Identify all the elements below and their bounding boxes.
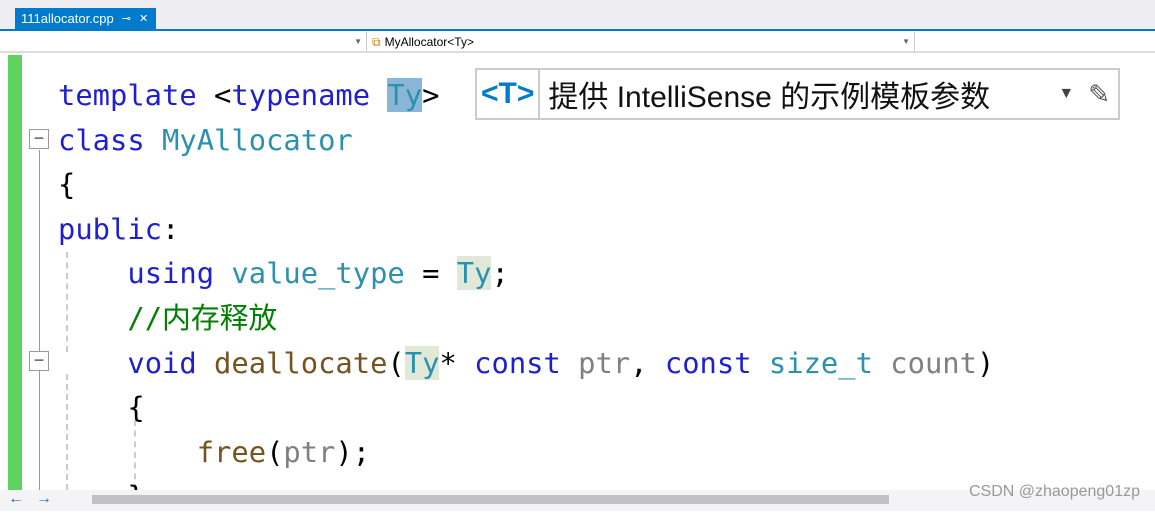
class-icon: ⧉	[372, 35, 381, 49]
tab-bar: 111allocator.cpp ⊸ ✕	[0, 0, 1155, 31]
watermark: CSDN @zhaopeng01zp	[968, 483, 1140, 500]
code-token: //内存释放	[127, 300, 278, 335]
code-token: {	[58, 167, 76, 202]
code-token: );	[335, 434, 371, 469]
code-token: value_type	[231, 256, 405, 291]
code-token: MyAllocator	[162, 122, 353, 157]
code-token: ptr	[578, 345, 631, 380]
code-token: ;	[491, 256, 509, 291]
horizontal-scrollbar[interactable]	[92, 495, 889, 504]
chevron-down-icon: ▼	[902, 37, 910, 46]
close-icon[interactable]: ✕	[139, 8, 148, 30]
edit-pencil-icon[interactable]: ✎	[1088, 79, 1110, 110]
code-line: free(ptr);	[58, 430, 994, 475]
code-line: using value_type = Ty;	[58, 251, 994, 296]
code-token: (	[387, 345, 405, 380]
code-line: //内存释放	[58, 296, 994, 341]
code-line: void deallocate(Ty* const ptr, const siz…	[58, 341, 994, 386]
code-token: class	[58, 122, 163, 157]
code-token: <	[214, 78, 232, 112]
project-dropdown[interactable]: ▼	[0, 32, 367, 52]
pin-icon[interactable]: ⊸	[122, 8, 131, 30]
code-token: void	[127, 345, 215, 380]
code-token: >	[422, 78, 440, 112]
code-token: const	[664, 345, 769, 380]
code-token: template	[58, 78, 215, 112]
forward-arrow-icon[interactable]: →	[36, 490, 52, 508]
code-editor[interactable]: template <typename Ty> class MyAllocator{…	[58, 73, 994, 519]
navigation-bar: ▼ ⧉ MyAllocator<Ty> ▼	[0, 32, 1155, 53]
code-token: ,	[630, 345, 665, 380]
code-token: Ty	[387, 78, 423, 112]
code-token: deallocate	[214, 345, 388, 380]
code-token: (	[266, 434, 284, 469]
code-token: public	[58, 211, 163, 246]
code-line: {	[58, 162, 994, 207]
code-token: count	[890, 345, 977, 380]
tab-111allocator[interactable]: 111allocator.cpp ⊸ ✕	[15, 8, 157, 30]
code-line: class MyAllocator	[58, 118, 994, 163]
code-token: Ty	[456, 256, 492, 291]
template-icon: <T>	[477, 70, 541, 118]
code-token: :	[162, 211, 180, 246]
code-token: =	[404, 256, 457, 291]
member-dropdown[interactable]	[916, 32, 1155, 52]
tab-label: 111allocator.cpp	[21, 11, 114, 26]
code-token: size_t	[768, 345, 891, 380]
code-token: const	[474, 345, 579, 380]
fold-line	[39, 150, 40, 490]
code-token: *	[439, 345, 475, 380]
template-argument-bar: <T> 提供 IntelliSense 的示例模板参数 ▼ ✎	[475, 68, 1120, 120]
collapse-class-icon[interactable]: −	[29, 129, 49, 149]
chevron-down-icon: ▼	[354, 37, 362, 46]
scope-dropdown[interactable]: ⧉ MyAllocator<Ty> ▼	[368, 32, 915, 52]
code-token: Ty	[404, 345, 440, 380]
code-token: typename	[231, 78, 388, 112]
scope-value: MyAllocator<Ty>	[384, 35, 474, 49]
code-line: public:	[58, 207, 994, 252]
change-indicator	[8, 55, 22, 490]
back-arrow-icon[interactable]: ←	[8, 490, 24, 508]
code-token: using	[127, 256, 232, 291]
hint-text: 提供 IntelliSense 的示例模板参数	[548, 81, 991, 114]
code-token: {	[58, 390, 145, 425]
code-token: )	[976, 345, 995, 380]
code-token: ptr	[283, 434, 336, 469]
collapse-function-icon[interactable]: −	[29, 351, 49, 371]
code-line: {	[58, 385, 994, 430]
dropdown-arrow-icon[interactable]: ▼	[1058, 85, 1074, 103]
code-token: free	[196, 434, 267, 469]
